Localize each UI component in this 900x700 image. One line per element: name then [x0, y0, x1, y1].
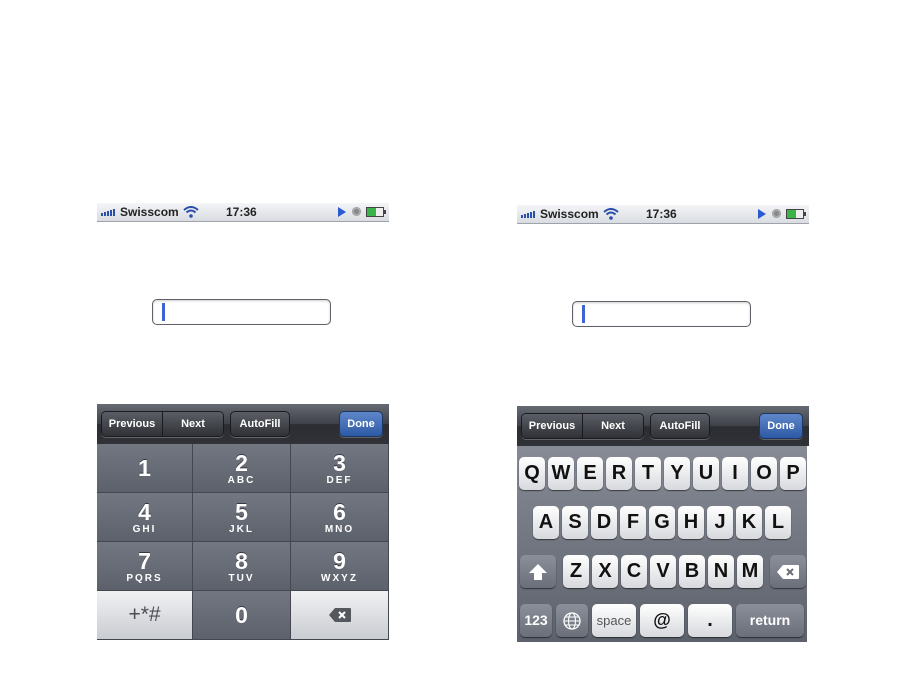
previous-button[interactable]: Previous	[522, 414, 582, 438]
space-key[interactable]: space	[592, 604, 636, 637]
key-6[interactable]: 6 MNO	[291, 493, 389, 542]
key-u[interactable]: U	[693, 457, 719, 490]
key-o[interactable]: O	[751, 457, 777, 490]
key-j[interactable]: J	[707, 506, 733, 539]
numeric-keypad: 1 2 ABC 3 DEF 4 GHI 5 JKL 6 MNO 7 PQRS 8 TUV 9W…	[97, 444, 389, 640]
key-q[interactable]: Q	[519, 457, 545, 490]
key-n[interactable]: N	[708, 555, 734, 588]
backspace-icon	[777, 565, 799, 579]
qwerty-keyboard: QWERTYUIOP ASDFGHJKL ZXCVBNM 123 space @…	[517, 446, 807, 642]
form-toolbar: Previous Next AutoFill Done	[97, 404, 389, 444]
status-bar: Swisscom 17:36	[97, 203, 389, 222]
delete-key[interactable]	[291, 591, 389, 640]
key-0[interactable]: 0	[193, 591, 291, 640]
key-l[interactable]: L	[765, 506, 791, 539]
key-2[interactable]: 2 ABC	[193, 444, 291, 493]
next-button[interactable]: Next	[582, 414, 643, 438]
key-y[interactable]: Y	[664, 457, 690, 490]
key-3[interactable]: 3 DEF	[291, 444, 389, 493]
carrier-name: Swisscom	[120, 205, 179, 219]
key-8[interactable]: 8 TUV	[193, 542, 291, 591]
key-p[interactable]: P	[780, 457, 806, 490]
carrier-name: Swisscom	[540, 207, 599, 221]
key-symbols[interactable]: +*#	[97, 591, 193, 640]
key-m[interactable]: M	[737, 555, 763, 588]
text-cursor	[162, 303, 165, 321]
wifi-icon	[183, 206, 199, 218]
key-4[interactable]: 4 GHI	[97, 493, 193, 542]
clock: 17:36	[646, 207, 677, 221]
prev-next-control: Previous Next	[101, 411, 224, 437]
battery-icon	[786, 209, 806, 219]
key-9[interactable]: 9 WXYZ	[291, 542, 389, 591]
key-k[interactable]: K	[736, 506, 762, 539]
status-bar: Swisscom 17:36	[517, 205, 809, 224]
clock: 17:36	[226, 205, 257, 219]
key-b[interactable]: B	[679, 555, 705, 588]
rotation-lock-icon	[772, 209, 781, 218]
signal-strength-icon	[521, 211, 535, 218]
return-key[interactable]: return	[736, 604, 804, 637]
numbers-key[interactable]: 123	[520, 604, 552, 637]
keyboard-row-2: ASDFGHJKL	[517, 506, 823, 539]
text-cursor	[582, 305, 585, 323]
shift-key[interactable]	[520, 555, 556, 588]
shift-arrow-icon	[529, 564, 547, 580]
form-toolbar: Previous Next AutoFill Done	[517, 406, 809, 446]
key-e[interactable]: E	[577, 457, 603, 490]
text-input[interactable]	[152, 299, 331, 325]
autofill-button[interactable]: AutoFill	[650, 413, 710, 439]
key-g[interactable]: G	[649, 506, 675, 539]
phone-qwerty: Swisscom 17:36 Previous Next AutoFill Do…	[517, 205, 809, 642]
backspace-key[interactable]	[770, 555, 806, 588]
next-button[interactable]: Next	[162, 412, 223, 436]
delete-icon	[328, 608, 351, 622]
key-d[interactable]: D	[591, 506, 617, 539]
keyboard-letters-row-3: ZXCVBNM	[563, 555, 763, 588]
key-a[interactable]: A	[533, 506, 559, 539]
at-key[interactable]: @	[640, 604, 684, 637]
keyboard-row-4: 123 space @ . return	[517, 604, 807, 637]
done-button[interactable]: Done	[759, 413, 803, 439]
globe-key[interactable]	[556, 604, 588, 637]
wifi-icon	[603, 208, 619, 220]
key-w[interactable]: W	[548, 457, 574, 490]
signal-strength-icon	[101, 209, 115, 216]
previous-button[interactable]: Previous	[102, 412, 162, 436]
rotation-lock-icon	[352, 207, 361, 216]
prev-next-control: Previous Next	[521, 413, 644, 439]
globe-icon	[563, 612, 581, 630]
key-i[interactable]: I	[722, 457, 748, 490]
key-r[interactable]: R	[606, 457, 632, 490]
battery-icon	[366, 207, 386, 217]
key-z[interactable]: Z	[563, 555, 589, 588]
keyboard-row-3: ZXCVBNM	[517, 555, 807, 588]
location-arrow-icon	[338, 207, 346, 217]
done-button[interactable]: Done	[339, 411, 383, 437]
location-arrow-icon	[758, 209, 766, 219]
key-7[interactable]: 7 PQRS	[97, 542, 193, 591]
key-5[interactable]: 5 JKL	[193, 493, 291, 542]
key-c[interactable]: C	[621, 555, 647, 588]
key-s[interactable]: S	[562, 506, 588, 539]
dot-key[interactable]: .	[688, 604, 732, 637]
key-1[interactable]: 1	[97, 444, 193, 493]
text-input[interactable]	[572, 301, 751, 327]
key-h[interactable]: H	[678, 506, 704, 539]
key-x[interactable]: X	[592, 555, 618, 588]
autofill-button[interactable]: AutoFill	[230, 411, 290, 437]
phone-numeric: Swisscom 17:36 Previous Next AutoFill Do…	[97, 203, 389, 640]
key-f[interactable]: F	[620, 506, 646, 539]
keyboard-row-1: QWERTYUIOP	[517, 457, 809, 490]
key-t[interactable]: T	[635, 457, 661, 490]
key-v[interactable]: V	[650, 555, 676, 588]
